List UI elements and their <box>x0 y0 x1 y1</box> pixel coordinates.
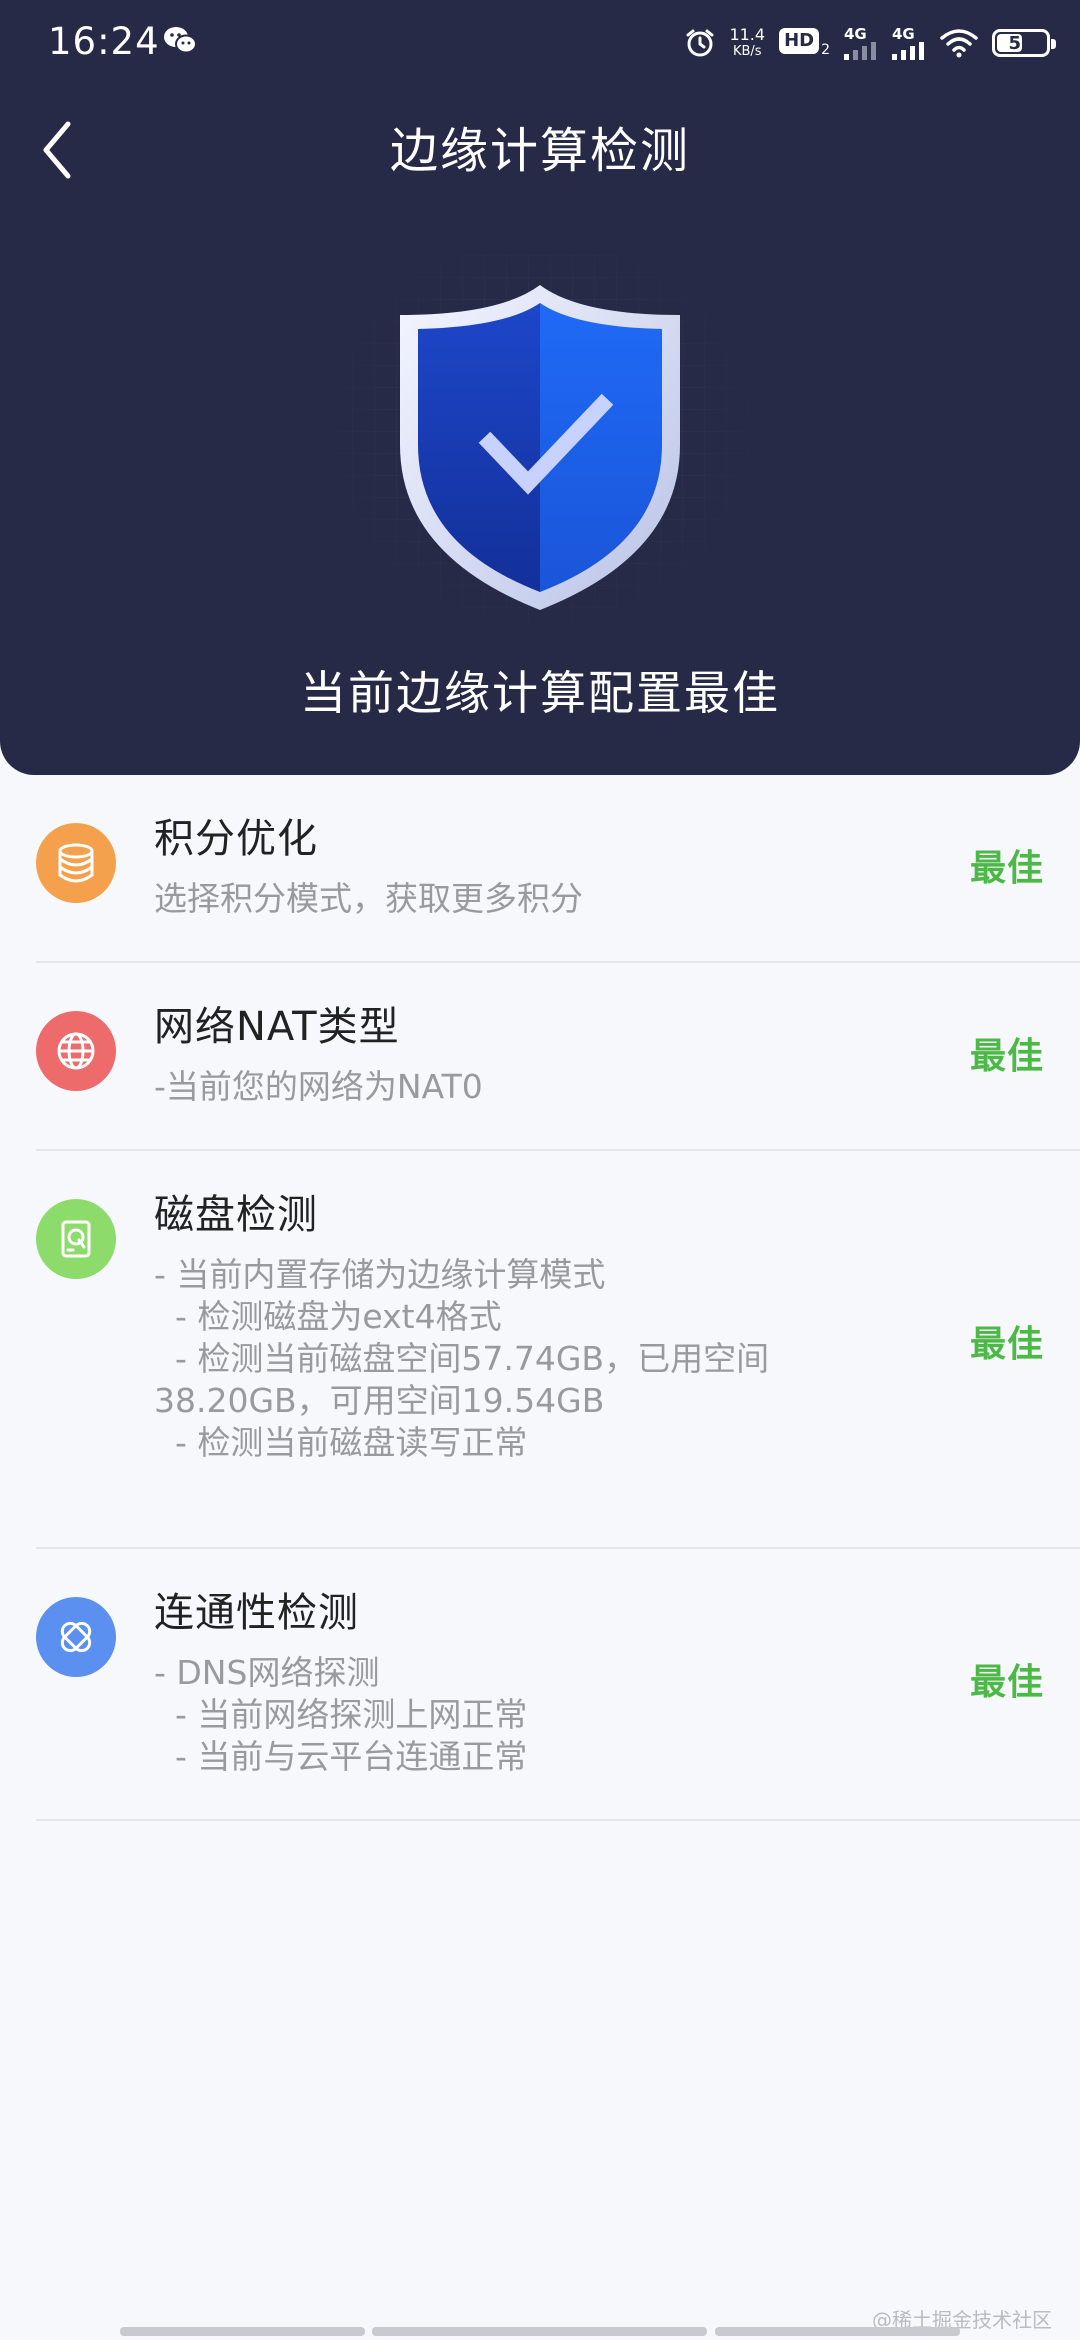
header-panel: 16:24 11.4 KB/s HD 2 4G 4G 52 边缘计算检测 当前边… <box>0 0 1080 775</box>
list-item-nat[interactable]: 网络NAT类型 -当前您的网络为NAT0 最佳 <box>0 963 1080 1151</box>
app-screen: 16:24 11.4 KB/s HD 2 4G 4G 52 边缘计算检测 当前边… <box>0 0 1080 2340</box>
signal-2: 4G <box>892 26 926 60</box>
page-title: 边缘计算检测 <box>389 123 690 179</box>
signal-bars-icon <box>844 42 876 60</box>
signal-bars-icon <box>892 42 924 60</box>
item-result: 最佳 <box>969 1324 1044 1365</box>
status-bar: 16:24 11.4 KB/s HD 2 4G 4G 52 <box>0 0 1080 90</box>
item-desc: - DNS网络探测 - 当前网络探测上网正常 - 当前与云平台连通正常 <box>154 1653 528 1776</box>
check-list: 积分优化 选择积分模式，获取更多积分 最佳 网络NAT类型 -当前您的网络为NA… <box>0 775 1080 1821</box>
globe-icon <box>36 1011 116 1091</box>
hd-voice-badge: HD 2 <box>779 28 830 58</box>
item-desc: 选择积分模式，获取更多积分 <box>154 879 583 918</box>
item-title: 网络NAT类型 <box>154 1004 400 1050</box>
database-icon <box>36 823 116 903</box>
status-time: 16:24 <box>48 20 160 63</box>
nav-hint-bar <box>715 2327 960 2336</box>
wifi-icon <box>940 29 978 58</box>
signal-2-label: 4G <box>892 25 915 43</box>
alarm-icon <box>686 29 714 57</box>
nav-hint-bar <box>372 2327 707 2336</box>
disk-icon <box>36 1199 116 1279</box>
item-title: 连通性检测 <box>154 1590 359 1636</box>
list-item-points[interactable]: 积分优化 选择积分模式，获取更多积分 最佳 <box>0 775 1080 963</box>
battery-tip <box>1051 39 1056 49</box>
battery-text: 52 <box>1008 32 1034 54</box>
config-status-text: 当前边缘计算配置最佳 <box>300 666 780 720</box>
hd-sub: 2 <box>821 42 830 58</box>
shield-check-icon <box>330 255 750 645</box>
signal-1: 4G <box>844 26 878 60</box>
list-item-connectivity[interactable]: 连通性检测 - DNS网络探测 - 当前网络探测上网正常 - 当前与云平台连通正… <box>0 1549 1080 1821</box>
list-item-disk[interactable]: 磁盘检测 - 当前内置存储为边缘计算模式 - 检测磁盘为ext4格式 - 检测当… <box>0 1151 1080 1549</box>
item-desc: -当前您的网络为NAT0 <box>154 1067 483 1106</box>
item-title: 积分优化 <box>154 816 318 862</box>
nav-hint-bar <box>120 2327 365 2336</box>
net-speed: 11.4 KB/s <box>729 26 765 60</box>
hd-label: HD <box>779 28 820 54</box>
battery-icon: 52 <box>992 29 1056 57</box>
item-desc: - 当前内置存储为边缘计算模式 - 检测磁盘为ext4格式 - 检测当前磁盘空间… <box>154 1255 770 1462</box>
net-speed-unit: KB/s <box>732 44 762 59</box>
status-icons: 11.4 KB/s HD 2 4G 4G 52 <box>671 18 1056 68</box>
item-title: 磁盘检测 <box>154 1192 318 1238</box>
link-icon <box>36 1597 116 1677</box>
net-speed-value: 11.4 <box>729 25 766 44</box>
divider <box>36 1819 1080 1821</box>
item-result: 最佳 <box>969 848 1044 889</box>
wechat-icon <box>164 27 197 54</box>
item-result: 最佳 <box>969 1662 1044 1703</box>
signal-1-label: 4G <box>844 25 867 43</box>
item-result: 最佳 <box>969 1036 1044 1077</box>
